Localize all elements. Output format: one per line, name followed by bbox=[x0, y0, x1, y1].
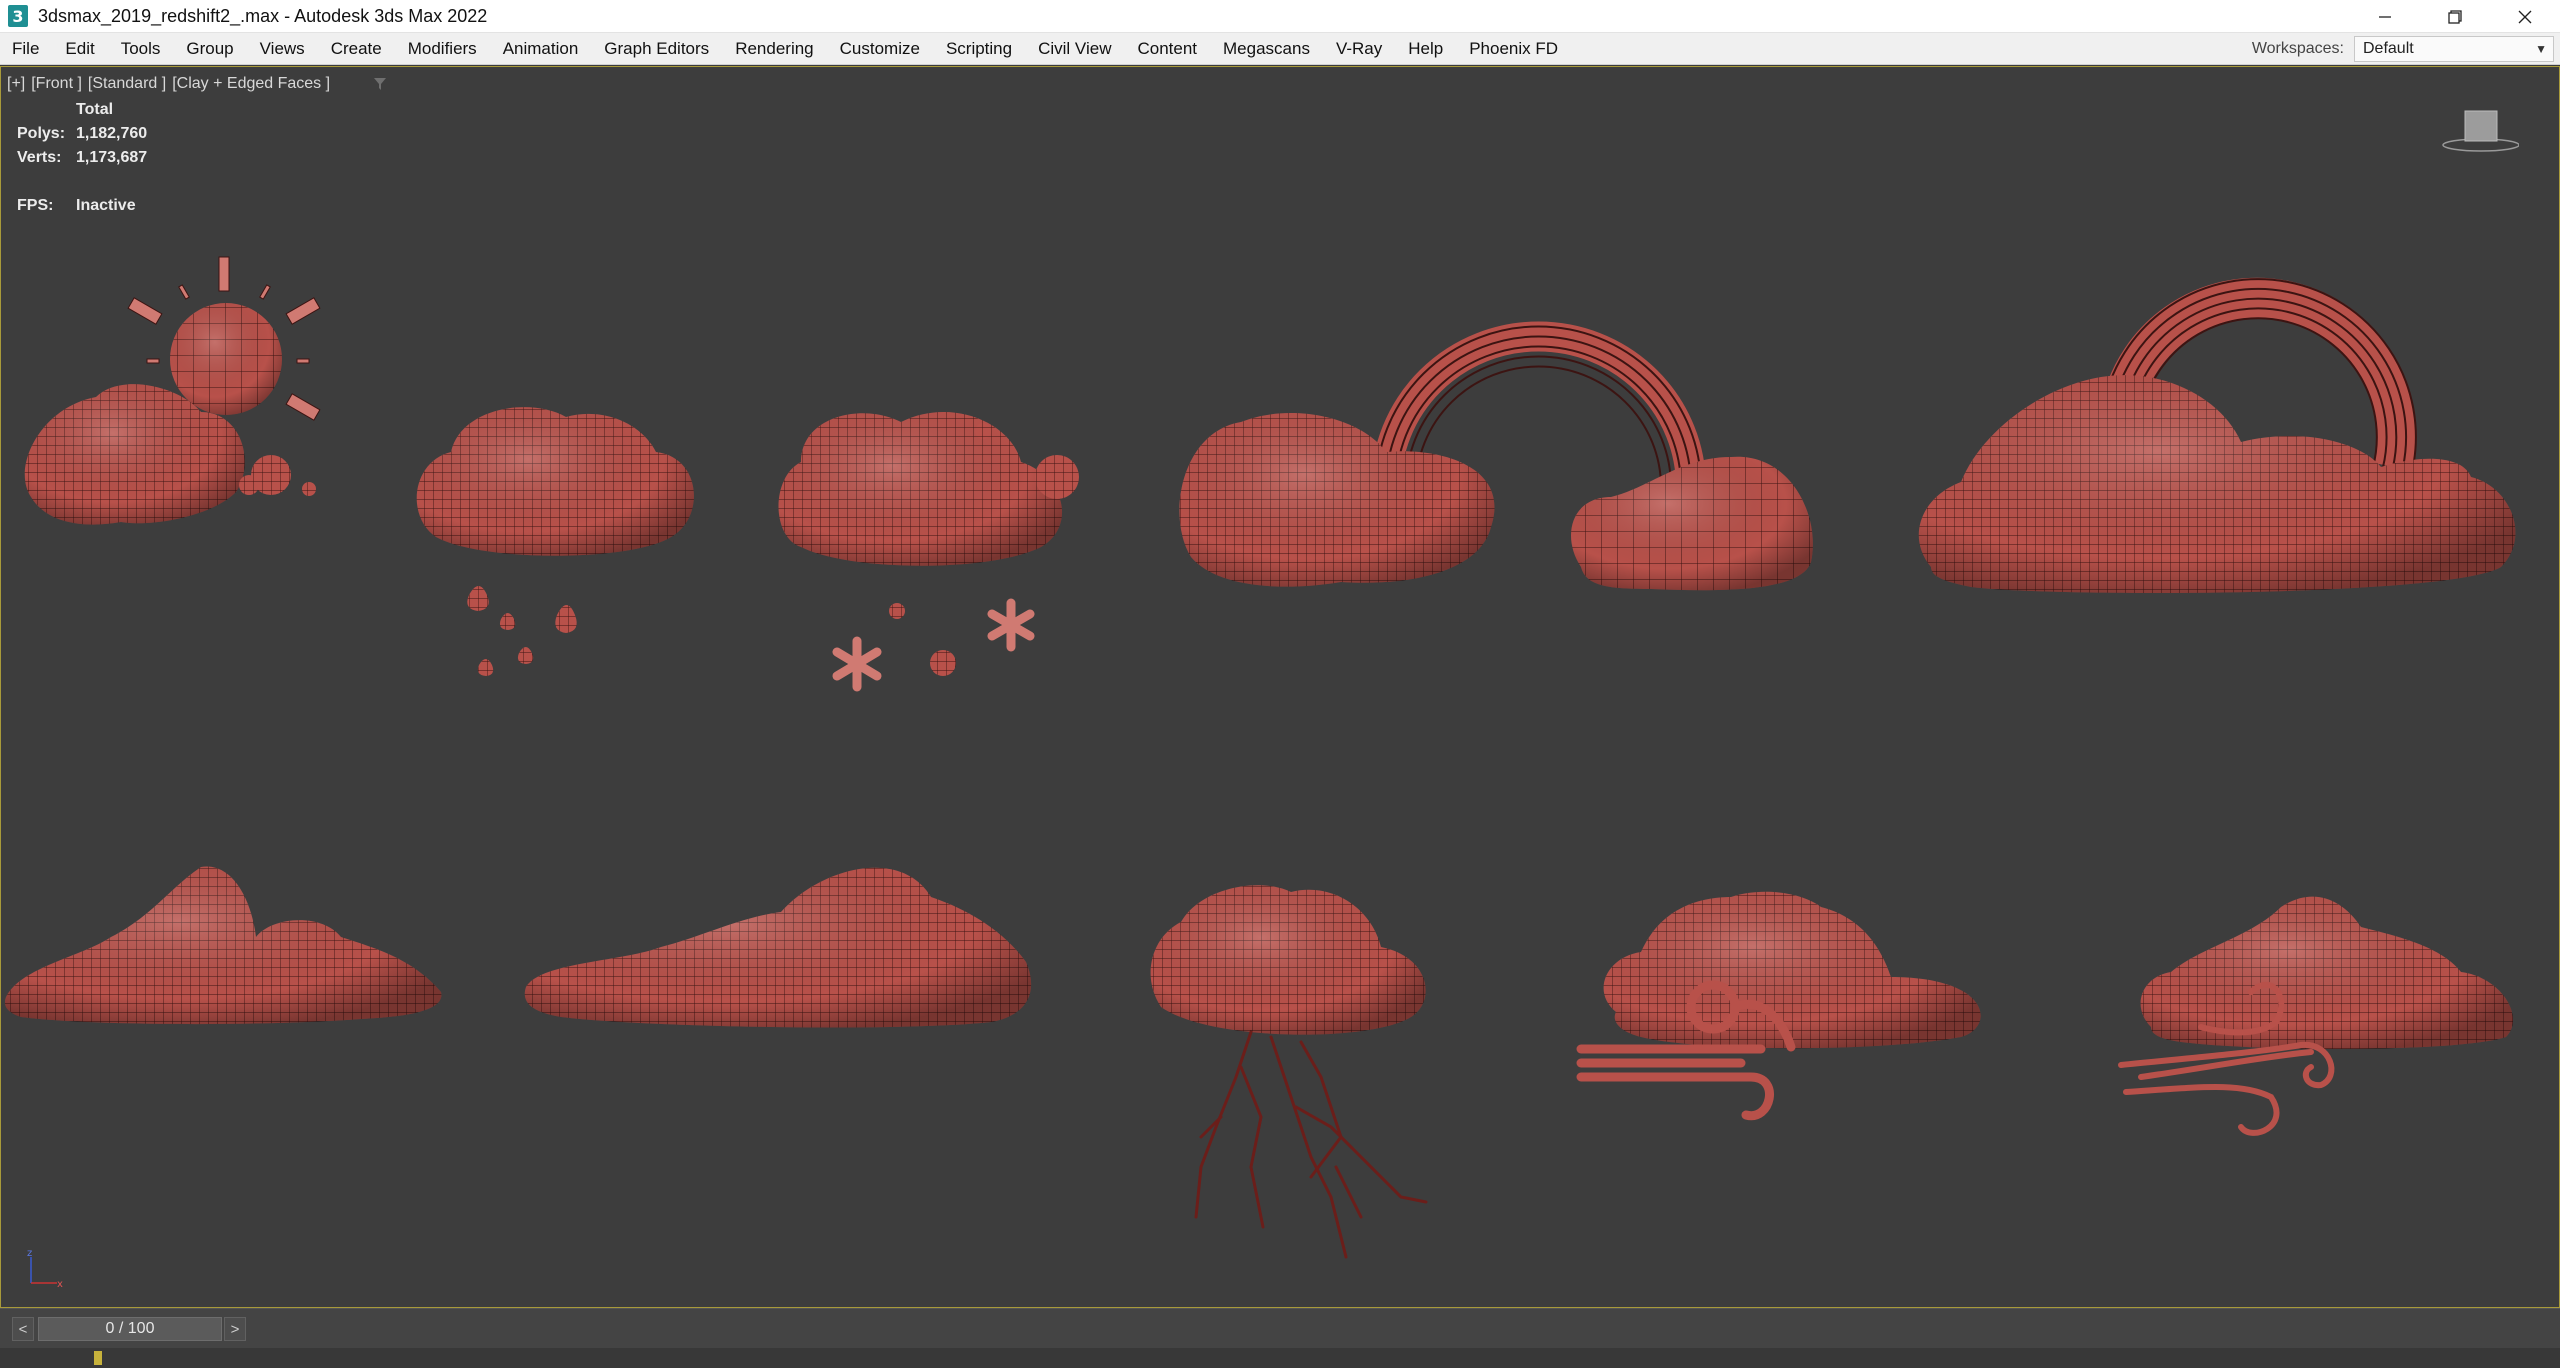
viewport-menu-plus[interactable]: [+] bbox=[7, 75, 25, 93]
menu-modifiers[interactable]: Modifiers bbox=[395, 33, 490, 65]
viewcube-icon[interactable] bbox=[2439, 107, 2519, 157]
menu-bar: File Edit Tools Group Views Create Modif… bbox=[0, 33, 2560, 65]
svg-text:z: z bbox=[27, 1248, 32, 1259]
polys-value: 1,182,760 bbox=[76, 125, 148, 142]
window-controls bbox=[2350, 0, 2560, 33]
viewport-display-mode[interactable]: [Clay + Edged Faces ] bbox=[172, 75, 330, 93]
polys-label: Polys: bbox=[17, 125, 66, 142]
menu-vray[interactable]: V-Ray bbox=[1323, 33, 1395, 65]
viewport-label[interactable]: [+] [Front ] [Standard ] [Clay + Edged F… bbox=[7, 75, 330, 93]
workspaces-dropdown[interactable]: Default ▼ bbox=[2354, 36, 2554, 62]
model-rain-cloud[interactable] bbox=[416, 407, 694, 676]
snowflake-right bbox=[987, 598, 1035, 652]
menu-edit[interactable]: Edit bbox=[52, 33, 107, 65]
viewport-shading-standard[interactable]: [Standard ] bbox=[88, 75, 166, 93]
viewport-statistics: Total Polys: 1,182,760 Verts: 1,173,687 FP… bbox=[17, 101, 147, 221]
viewport-view-front[interactable]: [Front ] bbox=[31, 75, 82, 93]
menu-create[interactable]: Create bbox=[318, 33, 395, 65]
menu-views[interactable]: Views bbox=[247, 33, 318, 65]
fps-value: Inactive bbox=[76, 197, 136, 214]
stats-header: Total bbox=[76, 101, 114, 118]
menu-customize[interactable]: Customize bbox=[827, 33, 933, 65]
axis-gizmo-icon: z x bbox=[27, 1248, 63, 1290]
menu-group[interactable]: Group bbox=[173, 33, 246, 65]
model-wind-cloud-1[interactable] bbox=[1576, 891, 1981, 1121]
viewport-front[interactable]: [+] [Front ] [Standard ] [Clay + Edged F… bbox=[0, 66, 2560, 1308]
model-rainbow-clouds[interactable] bbox=[1179, 321, 1813, 591]
model-storm-cloud[interactable] bbox=[1150, 885, 1428, 1259]
model-sun-cloud[interactable] bbox=[24, 256, 321, 525]
previous-frame-button[interactable]: < bbox=[12, 1317, 34, 1341]
time-slider-thumb[interactable]: 0 / 100 bbox=[38, 1317, 222, 1341]
model-flat-cloud-2[interactable] bbox=[524, 867, 1032, 1028]
menu-animation[interactable]: Animation bbox=[490, 33, 592, 65]
lightning-roots bbox=[1194, 1030, 1428, 1259]
verts-value: 1,173,687 bbox=[76, 149, 148, 166]
menu-megascans[interactable]: Megascans bbox=[1210, 33, 1323, 65]
time-slider-bar: < 0 / 100 > bbox=[0, 1308, 2560, 1348]
minimize-button[interactable] bbox=[2350, 0, 2420, 33]
menu-content[interactable]: Content bbox=[1124, 33, 1210, 65]
close-icon bbox=[2518, 10, 2532, 23]
menu-help[interactable]: Help bbox=[1395, 33, 1456, 65]
window-title: 3dsmax_2019_redshift2_.max - Autodesk 3d… bbox=[38, 5, 488, 26]
minimize-icon bbox=[2379, 15, 2391, 18]
workspaces-group: Workspaces: Default ▼ bbox=[2252, 33, 2560, 65]
close-button[interactable] bbox=[2490, 0, 2560, 33]
workspaces-label: Workspaces: bbox=[2251, 40, 2344, 57]
verts-label: Verts: bbox=[17, 149, 62, 166]
track-bar[interactable] bbox=[0, 1348, 2560, 1368]
model-snow-cloud[interactable] bbox=[778, 411, 1080, 692]
menu-tools[interactable]: Tools bbox=[108, 33, 174, 65]
model-big-rainbow-cloud[interactable] bbox=[1918, 277, 2516, 593]
svg-text:x: x bbox=[57, 1279, 63, 1290]
title-bar: 3 3dsmax_2019_redshift2_.max - Autodesk … bbox=[0, 0, 2560, 33]
workspaces-value: Default bbox=[2363, 40, 2414, 57]
snowflake-left bbox=[832, 636, 882, 692]
current-frame-marker[interactable] bbox=[94, 1351, 102, 1365]
menu-rendering[interactable]: Rendering bbox=[722, 33, 826, 65]
next-frame-button[interactable]: > bbox=[224, 1317, 246, 1341]
chevron-down-icon: ▼ bbox=[2535, 42, 2547, 56]
menu-civil-view[interactable]: Civil View bbox=[1025, 33, 1124, 65]
fps-label: FPS: bbox=[17, 197, 54, 214]
menu-graph-editors[interactable]: Graph Editors bbox=[591, 33, 722, 65]
restore-button[interactable] bbox=[2420, 0, 2490, 33]
menu-file[interactable]: File bbox=[0, 33, 52, 65]
viewport-scene bbox=[4, 256, 2516, 1259]
model-wind-cloud-2[interactable] bbox=[2118, 896, 2514, 1136]
app-icon[interactable]: 3 bbox=[8, 5, 28, 27]
menu-scripting[interactable]: Scripting bbox=[933, 33, 1025, 65]
model-flat-cloud-1[interactable] bbox=[4, 866, 442, 1025]
filter-icon[interactable] bbox=[373, 77, 387, 91]
restore-icon bbox=[2448, 9, 2462, 24]
menu-phoenix-fd[interactable]: Phoenix FD bbox=[1456, 33, 1571, 65]
